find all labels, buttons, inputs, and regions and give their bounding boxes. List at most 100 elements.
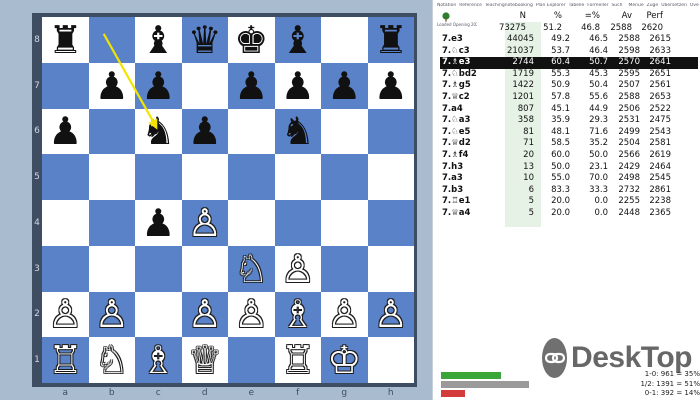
chess-piece[interactable]: ♞ — [281, 112, 315, 150]
table-row[interactable]: 7.♗f4 20 60.0 50.0 2566 2619 — [440, 150, 698, 162]
menu-item[interactable]: Teachingnotebooking — [485, 3, 533, 8]
square-e4[interactable] — [228, 200, 275, 246]
table-row[interactable]: 7.♘bd2 1719 55.3 45.3 2595 2651 — [440, 69, 698, 81]
menu-item[interactable]: Such — [611, 3, 622, 8]
square-h6[interactable] — [367, 108, 414, 155]
square-a1[interactable]: ♖ — [42, 337, 89, 383]
square-b8[interactable] — [88, 17, 135, 63]
square-g8[interactable] — [321, 17, 368, 63]
chess-piece[interactable]: ♙ — [281, 250, 315, 288]
square-g4[interactable] — [321, 200, 368, 246]
menu-item[interactable]: Notation — [437, 3, 456, 8]
square-h2[interactable]: ♙ — [367, 291, 414, 338]
chess-piece[interactable]: ♔ — [327, 341, 361, 379]
square-c4[interactable]: ♟ — [135, 200, 182, 246]
square-d8[interactable]: ♛ — [181, 17, 228, 63]
table-row[interactable]: 7.♕c2 1201 57.8 55.6 2588 2653 — [440, 92, 698, 104]
square-h7[interactable]: ♟ — [367, 62, 414, 109]
square-d6[interactable]: ♟ — [181, 108, 228, 155]
chess-board[interactable]: ♜ ♝ ♛ ♚ ♝ ♜ ♟ ♟ ♟ ♟ ♟ ♟ ♟ ♞ ♟ ♞ ♟ ♙ ♘ ♙ ♙ ♙ ♙ ♙ ♗ ♙ ♙ ♖ ♘ ♗ ♕ ♖ ♔ — [42, 17, 414, 383]
header-percent[interactable]: % — [534, 11, 562, 21]
chess-piece[interactable]: ♙ — [374, 295, 408, 333]
chess-piece[interactable]: ♟ — [374, 67, 408, 105]
chess-piece[interactable]: ♙ — [234, 295, 268, 333]
menu-item[interactable]: Reference — [459, 3, 482, 8]
header-n[interactable]: N — [494, 11, 526, 21]
table-row[interactable]: 7.♗g5 1422 50.9 50.4 2507 2561 — [440, 80, 698, 92]
square-e5[interactable] — [228, 154, 275, 200]
square-a4[interactable] — [42, 200, 89, 246]
square-e2[interactable]: ♙ — [228, 291, 275, 338]
chess-piece[interactable]: ♛ — [188, 21, 222, 59]
square-b4[interactable] — [88, 200, 135, 246]
menu-item[interactable]: Übersetzen — [661, 3, 687, 8]
square-c3[interactable] — [135, 245, 182, 292]
square-a7[interactable] — [42, 62, 89, 109]
chess-piece[interactable]: ♜ — [48, 21, 82, 59]
square-c6[interactable]: ♞ — [135, 108, 182, 155]
square-a6[interactable]: ♟ — [42, 108, 89, 155]
chess-piece[interactable]: ♖ — [48, 341, 82, 379]
chess-piece[interactable]: ♝ — [141, 21, 175, 59]
chess-piece[interactable]: ♟ — [327, 67, 361, 105]
square-g7[interactable]: ♟ — [321, 62, 368, 109]
square-h8[interactable]: ♜ — [367, 17, 414, 63]
table-row[interactable]: 7.h3 13 50.0 23.1 2429 2464 — [440, 162, 698, 174]
table-row[interactable]: 7.♘a3 358 35.9 29.3 2531 2475 — [440, 115, 698, 127]
chess-piece[interactable]: ♟ — [234, 67, 268, 105]
menu-item[interactable]: Formeller — [587, 3, 608, 8]
square-d1[interactable]: ♕ — [181, 337, 228, 383]
table-row[interactable]: 7.♗e3 2744 60.4 50.7 2570 2641 — [440, 57, 698, 69]
table-row[interactable]: 7.a3 10 55.0 70.0 2498 2545 — [440, 173, 698, 185]
header-average-elo[interactable]: Av — [606, 11, 632, 21]
chess-piece[interactable]: ♘ — [234, 250, 268, 288]
chess-piece[interactable]: ♟ — [188, 112, 222, 150]
header-performance[interactable]: Perf — [637, 11, 663, 21]
chess-piece[interactable]: ♟ — [141, 67, 175, 105]
square-e3[interactable]: ♘ — [228, 245, 275, 292]
square-f2[interactable]: ♗ — [274, 291, 321, 338]
square-c2[interactable] — [135, 291, 182, 338]
square-e7[interactable]: ♟ — [228, 62, 275, 109]
chess-piece[interactable]: ♟ — [141, 204, 175, 242]
table-row[interactable]: 7.♘c3 21037 53.7 46.4 2598 2633 — [440, 46, 698, 58]
chess-piece[interactable]: ♙ — [95, 295, 129, 333]
square-a8[interactable]: ♜ — [42, 17, 89, 63]
square-d3[interactable] — [181, 245, 228, 292]
square-b3[interactable] — [88, 245, 135, 292]
table-row[interactable]: 7.b3 6 83.3 33.3 2732 2861 — [440, 185, 698, 197]
chess-piece[interactable]: ♚ — [234, 21, 268, 59]
square-f4[interactable] — [274, 200, 321, 246]
square-c8[interactable]: ♝ — [135, 17, 182, 63]
square-f5[interactable] — [274, 154, 321, 200]
square-d5[interactable] — [181, 154, 228, 200]
square-g3[interactable] — [321, 245, 368, 292]
square-g6[interactable] — [321, 108, 368, 155]
square-g2[interactable]: ♙ — [321, 291, 368, 338]
header-draw-percent[interactable]: =% — [572, 11, 600, 21]
table-row[interactable]: 7.♖e1 5 20.0 0.0 2255 2238 — [440, 196, 698, 208]
menu-item[interactable]: Menue — [629, 3, 644, 8]
menu-item[interactable]: Tabelle — [569, 3, 585, 8]
table-row[interactable]: 7.a4 807 45.1 44.9 2506 2522 — [440, 104, 698, 116]
square-e6[interactable] — [228, 108, 275, 155]
square-h1[interactable] — [367, 337, 414, 383]
square-g1[interactable]: ♔ — [321, 337, 368, 383]
chess-piece[interactable]: ♘ — [95, 341, 129, 379]
square-c7[interactable]: ♟ — [135, 62, 182, 109]
menu-item[interactable]: Plan Explorer — [536, 3, 566, 8]
square-h4[interactable] — [367, 200, 414, 246]
table-row[interactable]: 7.♘e5 81 48.1 71.6 2499 2543 — [440, 127, 698, 139]
square-h3[interactable] — [367, 245, 414, 292]
square-b5[interactable] — [88, 154, 135, 200]
square-b7[interactable]: ♟ — [88, 62, 135, 109]
square-a5[interactable] — [42, 154, 89, 200]
chess-piece[interactable]: ♟ — [48, 112, 82, 150]
chess-piece[interactable]: ♕ — [188, 341, 222, 379]
chess-piece[interactable]: ♙ — [327, 295, 361, 333]
square-b1[interactable]: ♘ — [88, 337, 135, 383]
table-row[interactable]: 7.e3 44045 49.2 46.5 2588 2615 — [440, 34, 698, 46]
square-d2[interactable]: ♙ — [181, 291, 228, 338]
square-h5[interactable] — [367, 154, 414, 200]
chess-piece[interactable]: ♟ — [95, 67, 129, 105]
